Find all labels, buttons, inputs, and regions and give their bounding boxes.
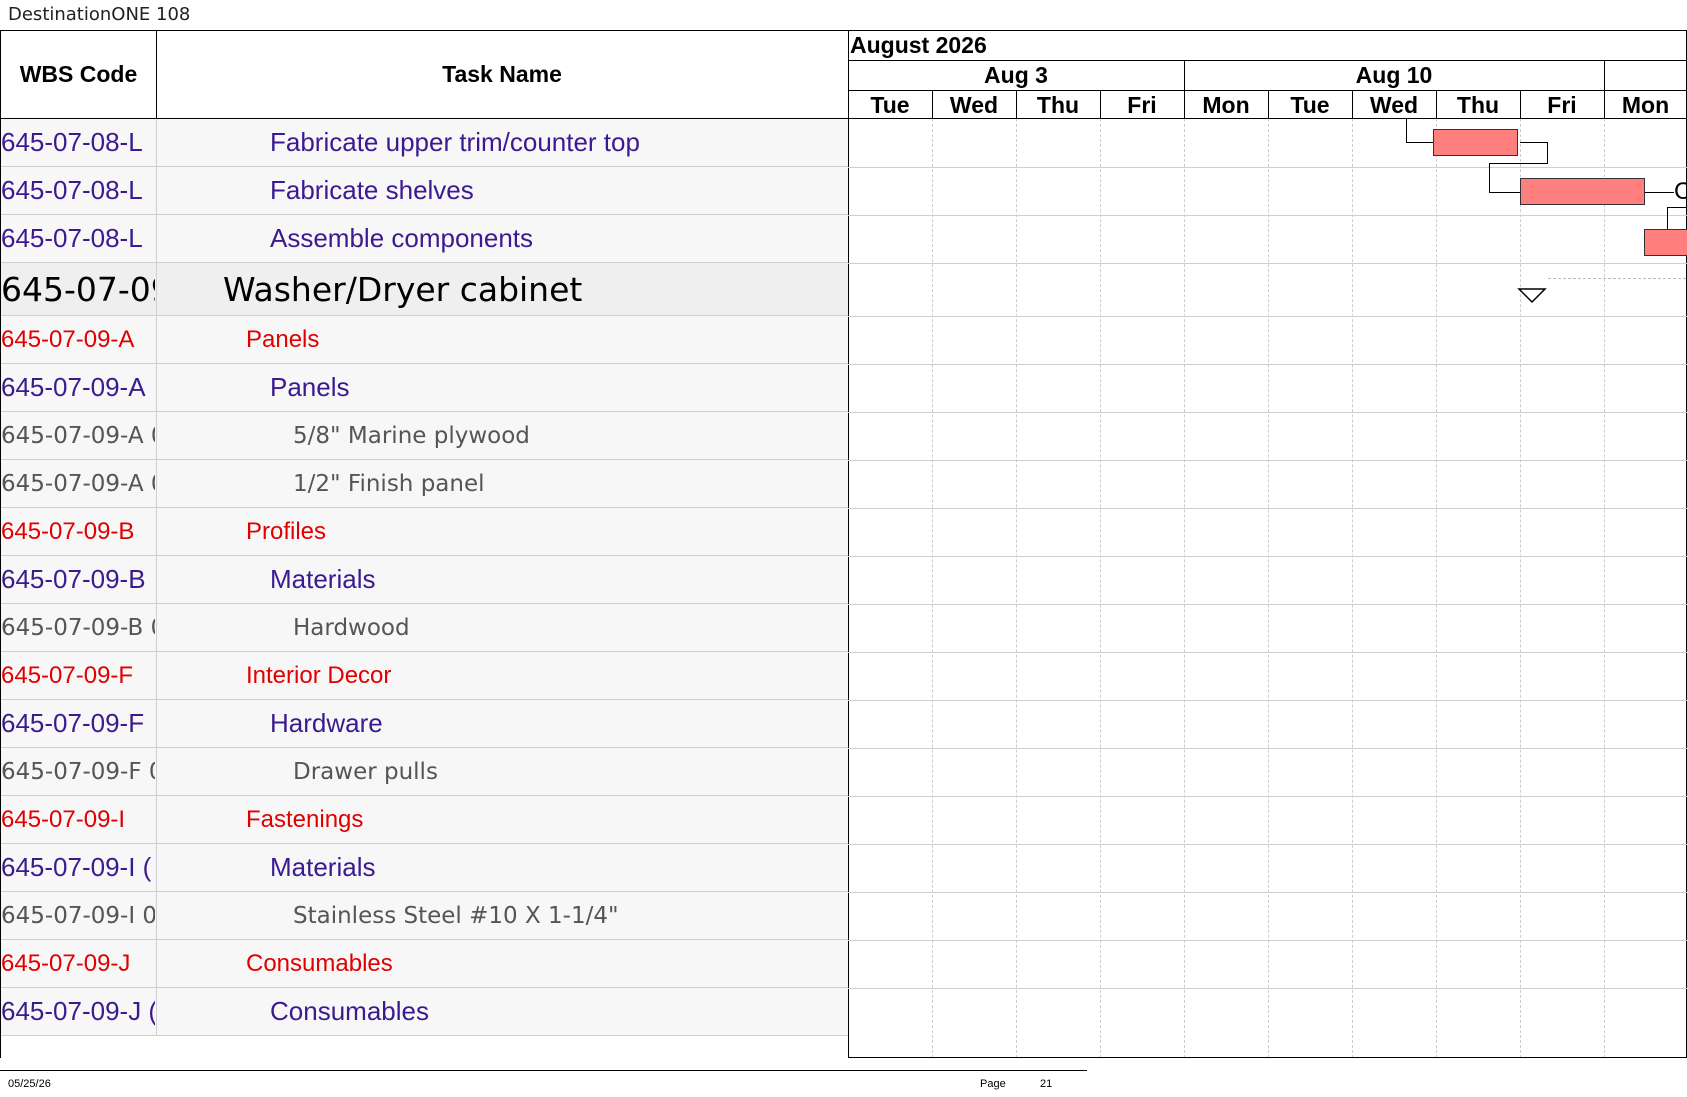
header-divider: [156, 31, 157, 118]
task-name: Panels: [246, 325, 320, 353]
dependency-link: [1520, 142, 1548, 143]
timeline-day-label: Thu: [1456, 92, 1500, 118]
task-name: Consumables: [246, 949, 393, 977]
table-row[interactable]: 645-07-09-F Hardware: [1, 700, 848, 748]
wbs-code: 645-07-09-J (: [1, 996, 155, 1026]
week-divider: [1184, 61, 1185, 90]
timeline-day-label: Mon: [1621, 92, 1670, 118]
summary-milestone-icon: [1517, 288, 1547, 304]
dependency-link: [1644, 192, 1674, 193]
table-row[interactable]: 645-07-09-F 0 Drawer pulls: [1, 748, 848, 796]
wbs-code: 645-07-09: [1, 269, 155, 309]
task-name: Materials: [270, 852, 376, 882]
dependency-link: [1489, 163, 1490, 193]
task-name: Materials: [270, 564, 376, 594]
task-name: Stainless Steel #10 X 1-1/4": [293, 902, 619, 929]
wbs-code: 645-07-09-A: [1, 325, 135, 353]
wbs-code: 645-07-08-L: [1, 223, 143, 253]
dependency-link: [1667, 207, 1687, 208]
dependency-link: [1547, 142, 1548, 164]
task-name: Hardwood: [293, 614, 410, 641]
table-row-summary[interactable]: 645-07-09 Washer/Dryer cabinet: [1, 263, 848, 316]
wbs-code: 645-07-09-B: [1, 564, 146, 594]
timeline-week-label: Aug 10: [1355, 62, 1433, 88]
wbs-code: 645-07-08-L: [1, 175, 143, 205]
dependency-link: [1406, 119, 1407, 143]
table-row[interactable]: 645-07-08-L Fabricate upper trim/counter…: [1, 119, 848, 167]
table-row[interactable]: 645-07-09-I Fastenings: [1, 796, 848, 844]
dependency-link: [1489, 192, 1521, 193]
task-name: Profiles: [246, 517, 327, 545]
table-row[interactable]: 645-07-08-L Assemble components: [1, 215, 848, 263]
wbs-code: 645-07-09-B 0: [1, 614, 155, 641]
task-name: Fabricate upper trim/counter top: [270, 127, 640, 157]
footer-rule: [0, 1070, 1087, 1071]
gantt-task-bar[interactable]: [1644, 229, 1687, 256]
wbs-code: 645-07-09-A: [1, 372, 146, 402]
wbs-code: 645-07-09-A 0: [1, 470, 155, 497]
timeline-day-label: Tue: [1290, 92, 1330, 118]
task-name: Fabricate shelves: [270, 175, 474, 205]
table-row[interactable]: 645-07-09-A Panels: [1, 364, 848, 412]
task-name: Consumables: [270, 996, 429, 1026]
timeline-week-label: Aug 3: [984, 62, 1048, 88]
task-name: Assemble components: [270, 223, 534, 253]
wbs-code: 645-07-09-I 01: [1, 902, 155, 929]
task-name: 5/8" Marine plywood: [293, 422, 530, 449]
wbs-code: 645-07-09-F 0: [1, 758, 155, 785]
week-divider: [1604, 61, 1605, 90]
table-row[interactable]: 645-07-09-J Consumables: [1, 940, 848, 988]
table-row[interactable]: 645-07-09-B Materials: [1, 556, 848, 604]
timeline-day-label: Wed: [1369, 92, 1419, 118]
dependency-link: [1489, 163, 1548, 164]
wbs-code: 645-07-08-L: [1, 127, 143, 157]
gantt-task-bar[interactable]: [1520, 178, 1645, 205]
dependency-link: [1406, 142, 1434, 143]
task-name: Washer/Dryer cabinet: [223, 269, 583, 309]
cutoff-label: C: [1674, 178, 1687, 205]
table-row[interactable]: 645-07-09-B 0 Hardwood: [1, 604, 848, 652]
table-row[interactable]: 645-07-09-I ( Materials: [1, 844, 848, 892]
wbs-code: 645-07-09-J: [1, 949, 131, 977]
footer-page-label: Page: [980, 1078, 1006, 1090]
summary-row-dash: [1548, 278, 1686, 279]
task-name: Interior Decor: [246, 661, 392, 689]
footer-date: 05/25/26: [8, 1078, 51, 1090]
task-name: Drawer pulls: [293, 758, 438, 785]
wbs-code: 645-07-09-F: [1, 661, 134, 689]
gantt-chart: August 2026 Aug 3 Aug 10 Tue Wed Thu Fri…: [848, 31, 1687, 1058]
column-header-wbs[interactable]: WBS Code: [1, 31, 156, 118]
table-row[interactable]: 645-07-09-A 0 1/2" Finish panel: [1, 460, 848, 508]
task-table: 645-07-08-L Fabricate upper trim/counter…: [1, 119, 848, 1036]
task-name: Hardware: [270, 708, 383, 738]
table-row[interactable]: 645-07-09-J ( Consumables: [1, 988, 848, 1036]
wbs-code: 645-07-09-I: [1, 805, 126, 833]
wbs-code: 645-07-09-F: [1, 708, 145, 738]
page-title: DestinationONE 108: [8, 4, 191, 25]
footer-page-number: 21: [1040, 1078, 1053, 1090]
wbs-code: 645-07-09-B: [1, 517, 135, 545]
timeline-day-label: Fri: [1547, 92, 1577, 118]
timeline-day-label: Fri: [1127, 92, 1157, 118]
table-row[interactable]: 645-07-09-I 01 Stainless Steel #10 X 1-1…: [1, 892, 848, 940]
timeline-day-label: Wed: [949, 92, 999, 118]
timeline-month-label: August 2026: [850, 32, 987, 58]
task-name: Fastenings: [246, 805, 364, 833]
column-header-task-name[interactable]: Task Name: [157, 31, 847, 118]
task-name: Panels: [270, 372, 350, 402]
task-name: 1/2" Finish panel: [293, 470, 485, 497]
table-row[interactable]: 645-07-09-B Profiles: [1, 508, 848, 556]
timeline-day-label: Mon: [1202, 92, 1250, 118]
table-row[interactable]: 645-07-09-A 0 5/8" Marine plywood: [1, 412, 848, 460]
gantt-task-bar[interactable]: [1433, 129, 1518, 156]
wbs-code: 645-07-09-A 0: [1, 422, 155, 449]
timeline-day-label: Tue: [870, 92, 910, 118]
wbs-code: 645-07-09-I (: [1, 852, 152, 882]
table-row[interactable]: 645-07-09-F Interior Decor: [1, 652, 848, 700]
timeline-day-label: Thu: [1036, 92, 1080, 118]
table-row[interactable]: 645-07-09-A Panels: [1, 316, 848, 364]
table-row[interactable]: 645-07-08-L Fabricate shelves: [1, 167, 848, 215]
